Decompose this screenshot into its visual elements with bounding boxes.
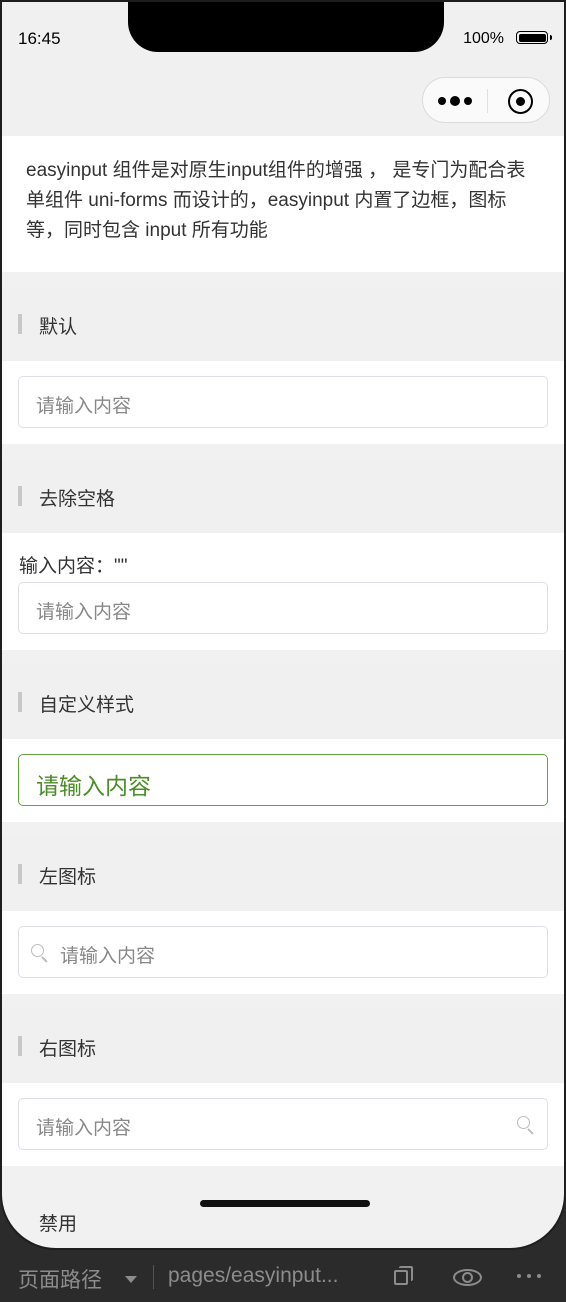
- miniprogram-capsule: [422, 77, 550, 123]
- notch: [128, 2, 444, 52]
- page-content: easyinput 组件是对原生input组件的增强 ， 是专门为配合表单组件 …: [2, 136, 564, 1166]
- left-icon-input[interactable]: 请输入内容: [18, 926, 548, 978]
- section-trim-body: 输入内容："" 请输入内容: [2, 533, 564, 650]
- battery-icon: [516, 31, 552, 44]
- section-default-body: 请输入内容: [2, 361, 564, 444]
- page-path: pages/easyinput...: [168, 1264, 339, 1287]
- section-right-icon-body: 请输入内容: [2, 1083, 564, 1166]
- status-time: 16:45: [18, 29, 61, 48]
- input-placeholder: 请输入内容: [60, 946, 156, 967]
- devtools-bar: 页面路径 pages/easyinput...: [0, 1250, 566, 1302]
- route-label[interactable]: 页面路径: [18, 1264, 102, 1294]
- search-icon: [31, 944, 51, 964]
- nav-bar: [2, 72, 564, 136]
- section-title-custom-style: 自定义样式: [2, 665, 564, 739]
- eye-icon[interactable]: [452, 1267, 484, 1287]
- input-placeholder: 请输入内容: [36, 773, 151, 799]
- copy-icon[interactable]: [394, 1266, 416, 1288]
- section-left-icon-body: 请输入内容: [2, 911, 564, 994]
- close-miniprogram-icon[interactable]: [508, 89, 533, 114]
- input-value-note: 输入内容："": [19, 556, 128, 577]
- more-icon[interactable]: [517, 1274, 541, 1278]
- input-placeholder: 请输入内容: [36, 602, 132, 623]
- section-title-right-icon: 右图标: [2, 1009, 564, 1083]
- section-title-trim: 去除空格: [2, 459, 564, 533]
- status-bar: 16:45 100%: [2, 2, 564, 72]
- custom-style-input[interactable]: 请输入内容: [18, 754, 548, 806]
- section-title-left-icon: 左图标: [2, 837, 564, 911]
- intro-text: easyinput 组件是对原生input组件的增强 ， 是专门为配合表单组件 …: [2, 136, 564, 272]
- more-menu-icon[interactable]: [438, 91, 488, 111]
- chevron-down-icon[interactable]: [125, 1276, 137, 1283]
- section-custom-style-body: 请输入内容: [2, 739, 564, 822]
- right-icon-input[interactable]: 请输入内容: [18, 1098, 548, 1150]
- trim-input[interactable]: 请输入内容: [18, 582, 548, 634]
- section-title-default: 默认: [2, 287, 564, 361]
- section-title-disabled: 禁用: [39, 1214, 78, 1235]
- search-icon[interactable]: [517, 1116, 537, 1136]
- default-input[interactable]: 请输入内容: [18, 376, 548, 428]
- input-placeholder: 请输入内容: [36, 396, 132, 417]
- phone-frame: 16:45 100% easyinput 组件是对原生input组件的增强 ， …: [0, 0, 566, 1250]
- input-placeholder: 请输入内容: [36, 1118, 132, 1139]
- home-indicator: [200, 1200, 370, 1207]
- battery-percent: 100%: [463, 30, 504, 47]
